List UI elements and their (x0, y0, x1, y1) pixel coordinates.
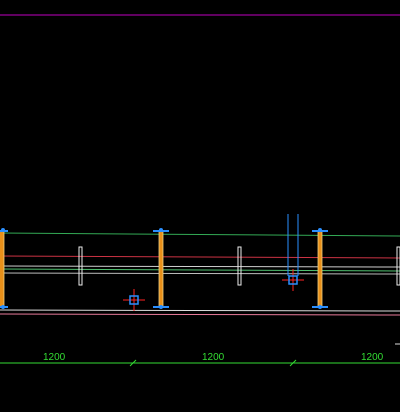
dimension-label: 1200 (361, 352, 384, 363)
column-icon[interactable] (312, 228, 328, 309)
beam-line-white-2 (0, 272, 400, 275)
beam-line-green-2 (0, 268, 400, 272)
column-icon[interactable] (153, 228, 169, 309)
beam-line-upper (0, 232, 400, 237)
cad-drawing-canvas[interactable]: 1200 1200 1200 (0, 0, 400, 412)
dimension-label: 1200 (202, 352, 225, 363)
beam-line-white-1 (0, 265, 400, 268)
crosshair-marker-icon[interactable] (123, 289, 145, 311)
floor-line-pink (0, 313, 400, 316)
column-icon[interactable] (0, 228, 8, 309)
beam-line-red (0, 255, 400, 259)
floor-line-white (0, 309, 400, 312)
opening-slot-icon (237, 246, 242, 286)
dimension-label: 1200 (43, 352, 66, 363)
crosshair-marker-icon[interactable] (282, 214, 304, 291)
cad-viewport[interactable]: 1200 1200 1200 (0, 0, 400, 412)
